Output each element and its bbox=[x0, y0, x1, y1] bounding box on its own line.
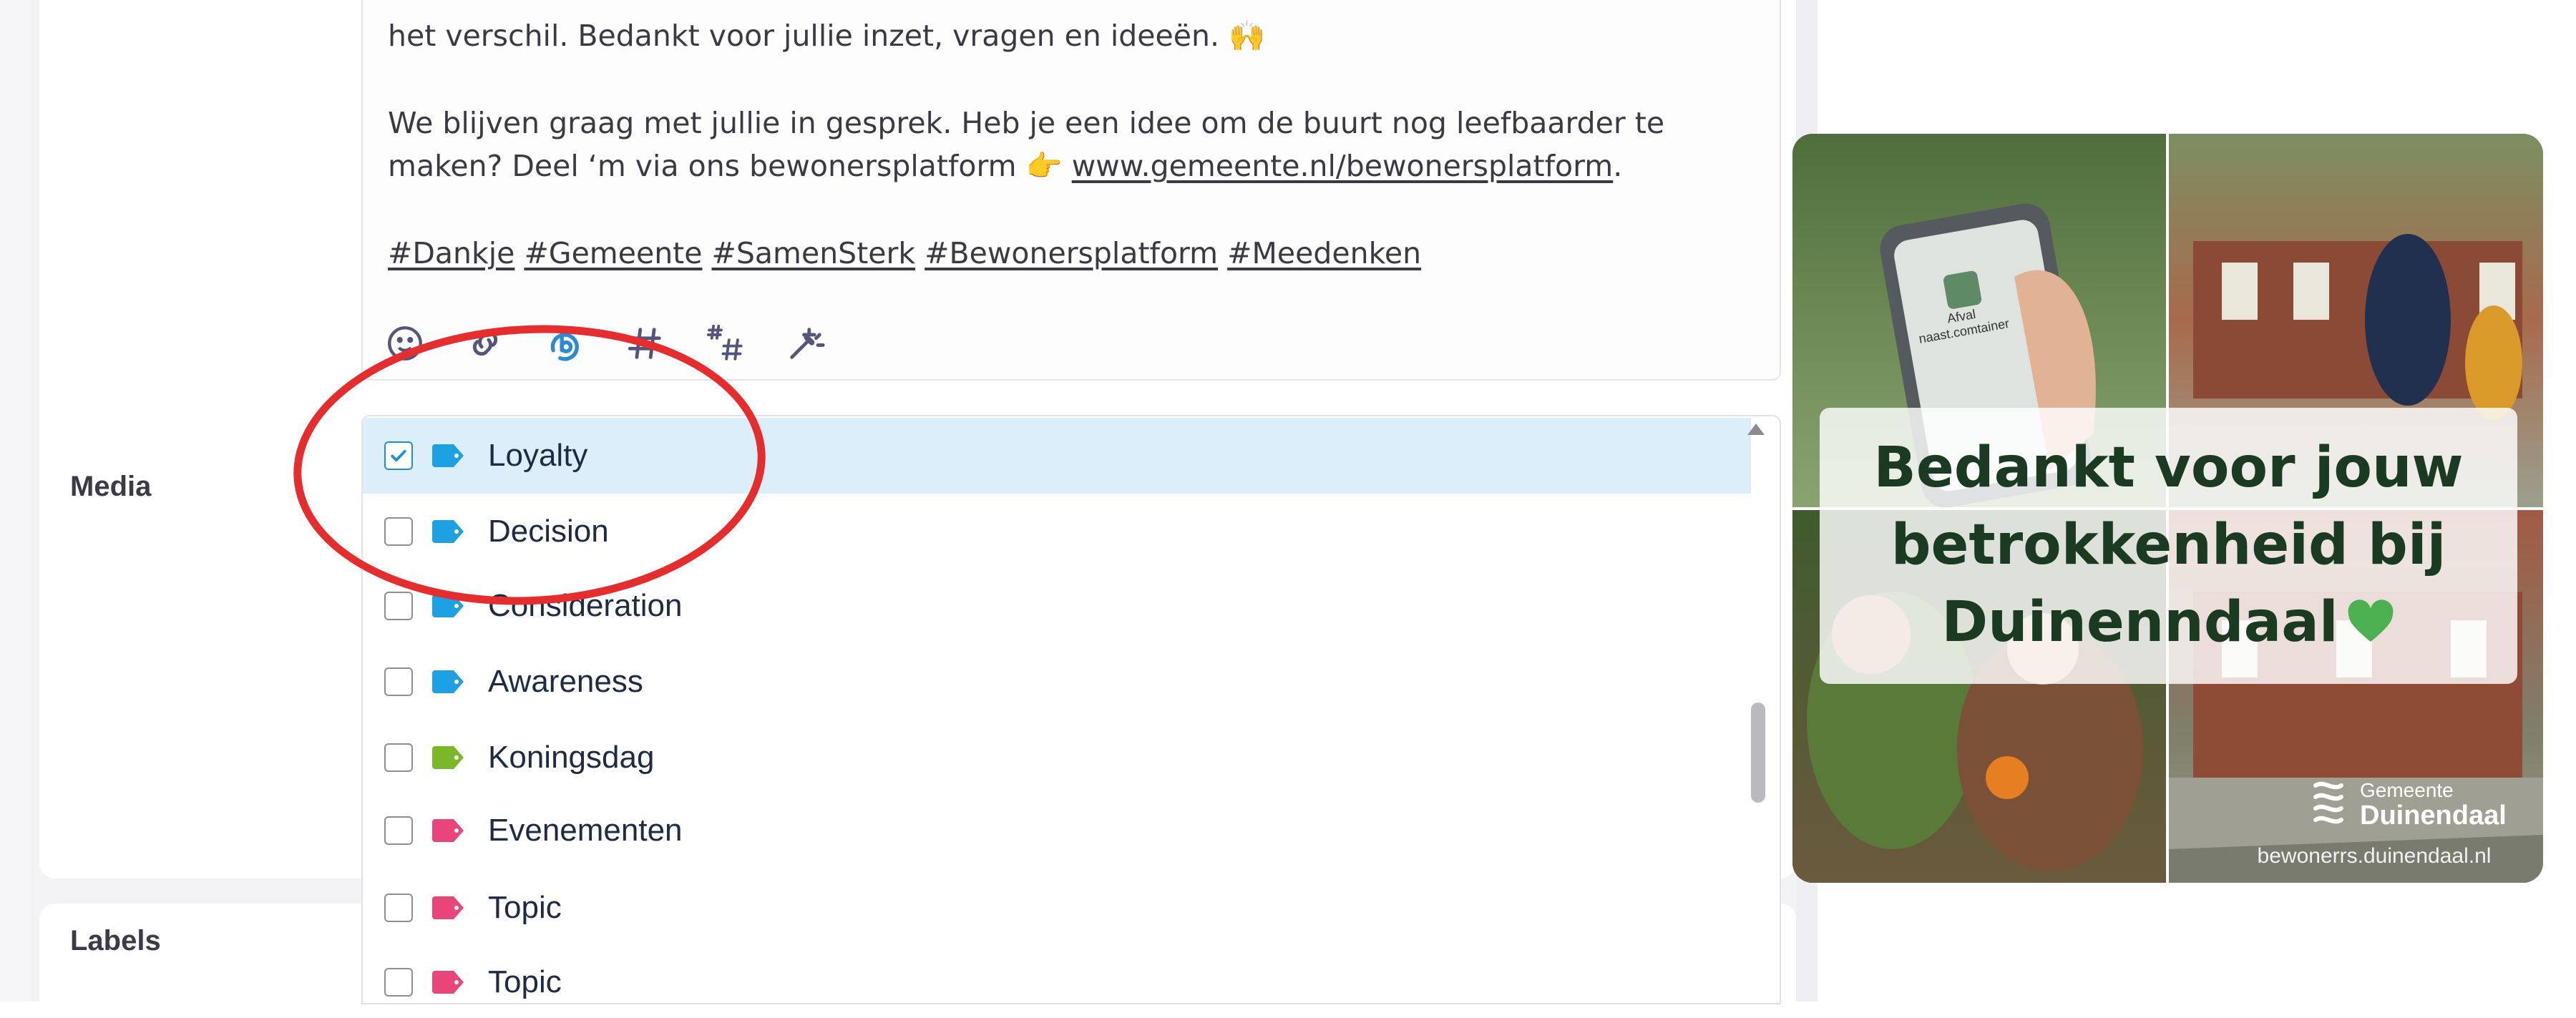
hashtag-line: #Dankje #Gemeente #SamenSterk #Bewonersp… bbox=[388, 232, 1769, 275]
checkbox[interactable] bbox=[384, 894, 413, 922]
checkbox[interactable] bbox=[384, 968, 413, 997]
checkbox[interactable] bbox=[384, 816, 413, 845]
option-label: Evenementen bbox=[488, 813, 683, 848]
poster-headline: Bedankt voor jouw betrokkenheid bij Duin… bbox=[1820, 429, 2517, 661]
post-text-editor[interactable]: het verschil. Bedankt voor jullie inzet,… bbox=[361, 0, 1781, 381]
label-option-awareness[interactable]: Awareness bbox=[363, 644, 1751, 720]
label-option-evenementen[interactable]: Evenementen bbox=[363, 793, 1751, 868]
dropdown-scrollbar-thumb[interactable] bbox=[1751, 703, 1765, 803]
tag-icon bbox=[432, 746, 464, 769]
logo-small-text: Gemeente bbox=[2360, 779, 2454, 801]
hashtag[interactable]: #Meedenken bbox=[1227, 236, 1421, 270]
checkbox[interactable] bbox=[384, 592, 413, 620]
waves-logo-icon bbox=[2313, 781, 2343, 824]
poster-url: bewonerrs.duinendaal.nl bbox=[2257, 844, 2492, 868]
option-label: Topic bbox=[488, 890, 562, 925]
label-option-topic[interactable]: Topic bbox=[363, 870, 1751, 946]
hashtag[interactable]: #SamenSterk bbox=[712, 236, 916, 270]
scroll-up-arrow-icon[interactable] bbox=[1747, 424, 1765, 435]
hashtag[interactable]: #Gemeente bbox=[524, 236, 702, 270]
option-label: Awareness bbox=[488, 664, 643, 699]
checkbox[interactable] bbox=[384, 743, 413, 772]
headline-line-3-row: Duinenndaal bbox=[1820, 584, 2517, 661]
post-text-paragraph-2: We blijven graag met jullie in gesprek. … bbox=[388, 102, 1769, 187]
headline-line-3: Duinenndaal bbox=[1941, 590, 2338, 655]
labels-section-label: Labels bbox=[70, 925, 161, 956]
logo-big-text: Duinendaal bbox=[2360, 801, 2507, 831]
logo-text: Gemeente Duinendaal bbox=[2360, 779, 2507, 831]
post-text-content[interactable]: het verschil. Bedankt voor jullie inzet,… bbox=[388, 14, 1769, 319]
option-label: Topic bbox=[488, 964, 562, 999]
hashtag-suggest-icon[interactable] bbox=[705, 323, 746, 364]
headline-line-1: Bedankt voor jouw bbox=[1873, 436, 2464, 500]
tag-icon bbox=[432, 896, 464, 919]
tag-icon bbox=[432, 971, 464, 994]
magic-wand-icon[interactable] bbox=[785, 323, 826, 364]
label-option-topic[interactable]: Topic bbox=[363, 944, 1751, 1003]
tag-icon bbox=[432, 819, 464, 842]
media-section-label: Media bbox=[70, 471, 152, 502]
headline-line-2: betrokkenheid bij bbox=[1890, 513, 2446, 577]
municipality-logo: Gemeente Duinendaal bbox=[2310, 780, 2507, 830]
label-option-koningsdag[interactable]: Koningsdag bbox=[363, 720, 1751, 796]
checkbox[interactable] bbox=[384, 667, 413, 696]
option-label: Koningsdag bbox=[488, 740, 655, 775]
link-suffix: . bbox=[1613, 149, 1623, 183]
page-edge bbox=[0, 0, 30, 1002]
tag-icon bbox=[432, 670, 464, 693]
post-text-line-1: het verschil. Bedankt voor jullie inzet,… bbox=[388, 19, 1266, 53]
green-heart-icon bbox=[2348, 599, 2394, 642]
hashtag[interactable]: #Dankje bbox=[388, 236, 514, 270]
hashtag[interactable]: #Bewonersplatform bbox=[924, 236, 1218, 270]
bewonersplatform-link[interactable]: www.gemeente.nl/bewonersplatform bbox=[1072, 149, 1614, 183]
